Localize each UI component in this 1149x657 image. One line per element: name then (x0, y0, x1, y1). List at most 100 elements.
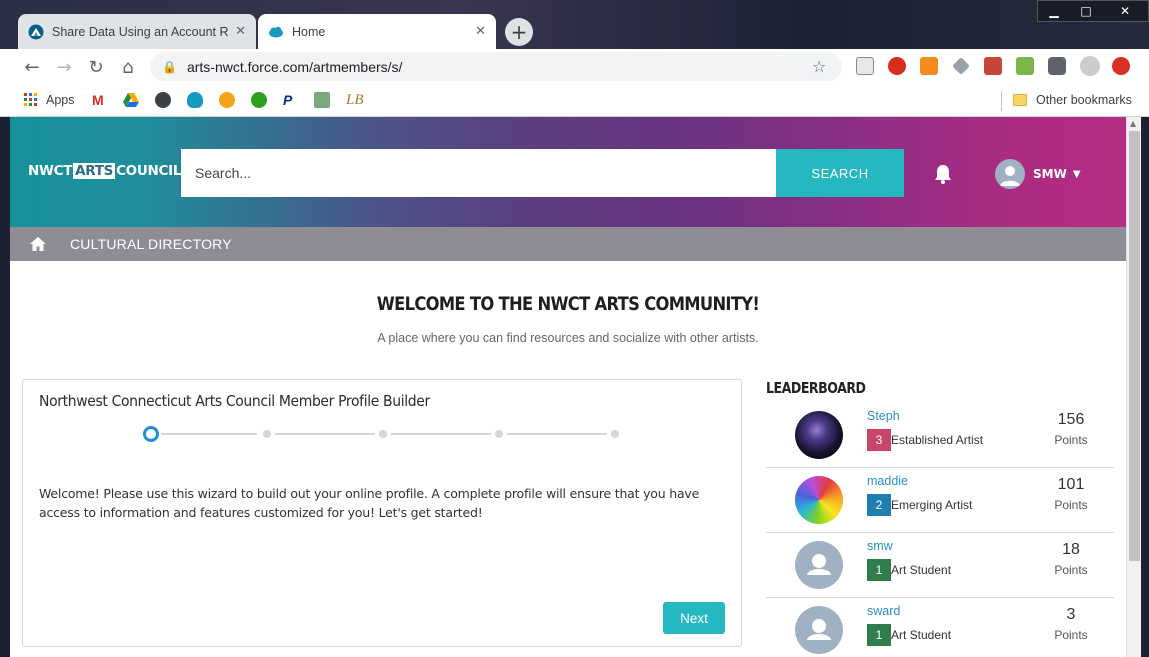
scrollbar-thumb[interactable] (1129, 131, 1140, 561)
leaderboard-row: smw 1 Art Student 18 Points (766, 533, 1114, 598)
bookmark-apps[interactable]: Apps (24, 92, 75, 108)
avatar[interactable] (795, 476, 843, 524)
extension-adblock-icon[interactable] (888, 57, 906, 75)
new-tab-button[interactable]: + (505, 18, 533, 46)
logo-text-nwct: NWCT (28, 163, 73, 179)
logo-text-council: COUNCIL (116, 163, 182, 179)
leaderboard-row: maddie 2 Emerging Artist 101 Points (766, 468, 1114, 533)
profile-builder-title: Northwest Connecticut Arts Council Membe… (39, 392, 430, 410)
user-avatar-icon (995, 159, 1025, 189)
tab-close-icon[interactable]: ✕ (235, 24, 246, 39)
caret-down-icon: ▼ (1072, 168, 1081, 180)
wizard-stepper (143, 426, 623, 442)
search-input[interactable] (181, 149, 776, 197)
step-connector (275, 433, 375, 435)
points-value: 3 (1066, 606, 1076, 623)
google-drive-icon[interactable] (123, 92, 139, 108)
wizard-step-1[interactable] (143, 426, 159, 442)
logo-text-arts: ARTS (73, 163, 116, 179)
browser-chrome: ▁ □ ✕ Share Data Using an Account Rel ✕ … (0, 0, 1149, 117)
points-value: 101 (1057, 476, 1085, 493)
wizard-step-2[interactable] (263, 430, 271, 438)
trailhead-icon (28, 24, 44, 39)
window-controls: ▁ □ ✕ (1037, 0, 1149, 22)
folder-icon (1013, 94, 1027, 106)
tab-title: Home (292, 24, 326, 39)
address-bar[interactable]: 🔒 arts-nwct.force.com/artmembers/s/ ☆ (150, 52, 842, 81)
salesforce-bookmark-icon[interactable] (187, 92, 203, 108)
avatar[interactable] (795, 541, 843, 589)
cultural-directory-link[interactable]: CULTURAL DIRECTORY (70, 236, 232, 252)
level-badge: 1 (867, 624, 891, 646)
profile-avatar-icon[interactable] (1080, 56, 1100, 76)
tab-share-data[interactable]: Share Data Using an Account Rel ✕ (18, 14, 256, 49)
extension-analytics-icon[interactable] (920, 57, 938, 75)
wizard-step-5[interactable] (611, 430, 619, 438)
extension-dropbox-icon[interactable] (952, 57, 970, 75)
notification-bell-icon[interactable] (932, 163, 954, 185)
bookmark-lb-icon[interactable]: LB (346, 92, 364, 108)
wizard-step-4[interactable] (495, 430, 503, 438)
home-nav-icon[interactable] (29, 235, 47, 253)
browser-toolbar: ← → ↻ ⌂ 🔒 arts-nwct.force.com/artmembers… (0, 49, 1149, 84)
web-page: NWCT ARTS COUNCIL SEARCH SMW ▼ CULTURAL … (10, 117, 1126, 657)
url-text: arts-nwct.force.com/artmembers/s/ (186, 58, 403, 75)
bookmark-envelope-icon[interactable] (314, 92, 330, 108)
search-button[interactable]: SEARCH (776, 149, 904, 197)
other-bookmarks[interactable]: Other bookmarks (1013, 92, 1132, 108)
default-user-icon (807, 554, 831, 575)
step-connector (391, 433, 491, 435)
wizard-step-3[interactable] (379, 430, 387, 438)
forward-arrow-icon[interactable]: → (52, 55, 76, 79)
level-name: Art Student (891, 628, 952, 642)
points-label: Points (1054, 628, 1088, 642)
level-name: Emerging Artist (891, 498, 973, 512)
page-scrollbar[interactable]: ▲ (1126, 117, 1141, 657)
leaderboard-user-name[interactable]: smw (867, 539, 893, 553)
points-label: Points (1054, 563, 1088, 577)
extension-k-icon[interactable] (856, 57, 874, 75)
bookmark-star-icon[interactable]: ☆ (812, 57, 842, 76)
quickbooks-icon[interactable] (251, 92, 267, 108)
welcome-title: WELCOME TO THE NWCT ARTS COMMUNITY! (376, 293, 760, 315)
step-connector (161, 433, 257, 435)
bookmarks-bar: Apps M P LB Other bookmarks (0, 84, 1149, 117)
avatar[interactable] (795, 606, 843, 654)
tab-home[interactable]: Home ✕ (258, 14, 496, 49)
leaderboard-user-name[interactable]: sward (867, 604, 900, 618)
points-value: 18 (1062, 541, 1080, 558)
tab-close-icon[interactable]: ✕ (475, 24, 486, 39)
bookmark-emoji-icon[interactable] (219, 92, 235, 108)
lock-icon: 🔒 (162, 59, 177, 74)
site-header: NWCT ARTS COUNCIL SEARCH SMW ▼ (10, 117, 1126, 227)
close-window-button[interactable]: ✕ (1102, 1, 1148, 21)
extension-tools-icon[interactable] (1016, 57, 1034, 75)
leaderboard-user-name[interactable]: maddie (867, 474, 908, 488)
level-badge: 2 (867, 494, 891, 516)
bookmark-apps-label: Apps (46, 93, 75, 107)
user-menu[interactable]: SMW ▼ (995, 159, 1081, 189)
home-icon[interactable]: ⌂ (116, 55, 140, 79)
leaderboard-row: sward 1 Art Student 3 Points (766, 598, 1114, 657)
maximize-button[interactable]: □ (1070, 1, 1102, 21)
avatar[interactable] (795, 411, 843, 459)
extension-megaphone-icon[interactable] (984, 57, 1002, 75)
globe-icon[interactable] (155, 92, 171, 108)
sub-navigation: CULTURAL DIRECTORY (10, 227, 1126, 261)
update-icon[interactable] (1112, 57, 1130, 75)
paypal-icon[interactable]: P (283, 92, 292, 108)
minimize-button[interactable]: ▁ (1038, 1, 1070, 21)
gmail-icon[interactable]: M (92, 92, 104, 108)
site-logo[interactable]: NWCT ARTS COUNCIL (28, 163, 181, 179)
title-bar: ▁ □ ✕ Share Data Using an Account Rel ✕ … (0, 0, 1149, 49)
reload-icon[interactable]: ↻ (84, 55, 108, 79)
next-button[interactable]: Next (663, 602, 725, 634)
wizard-welcome-text: Welcome! Please use this wizard to build… (39, 486, 700, 520)
user-name: SMW (1033, 167, 1067, 181)
extensions-puzzle-icon[interactable] (1048, 57, 1066, 75)
points-value: 156 (1057, 411, 1085, 428)
scroll-up-icon[interactable]: ▲ (1130, 119, 1136, 128)
level-name: Established Artist (891, 433, 984, 447)
leaderboard-user-name[interactable]: Steph (867, 409, 900, 423)
back-arrow-icon[interactable]: ← (20, 55, 44, 79)
